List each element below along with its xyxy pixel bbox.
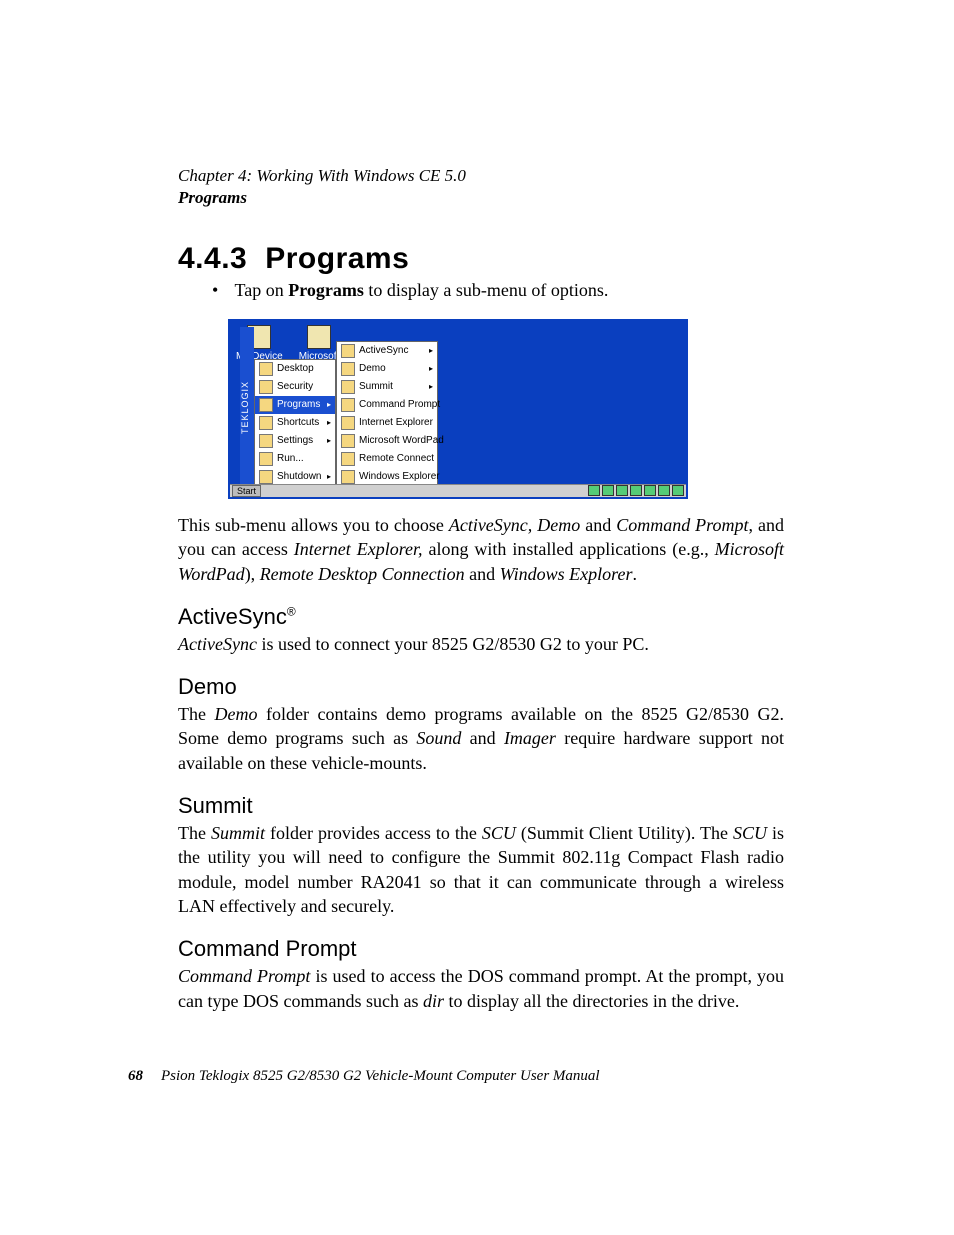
- submenu-item-internet-explorer[interactable]: Internet Explorer: [337, 414, 437, 432]
- taskbar[interactable]: Start: [230, 484, 686, 497]
- section-title: Programs: [265, 242, 409, 275]
- paragraph-summit: The Summit folder provides access to the…: [178, 821, 784, 918]
- submenu-item-remote-connect[interactable]: Remote Connect: [337, 450, 437, 468]
- submenu-item-demo[interactable]: Demo▸: [337, 360, 437, 378]
- footer-title: Psion Teklogix 8525 G2/8530 G2 Vehicle-M…: [161, 1068, 600, 1084]
- chevron-right-icon: ▸: [429, 346, 433, 355]
- screenshot-programs-menu: My Device Microsoft TEKLOGIX Desktop Sec…: [228, 319, 688, 499]
- running-header-section: Programs: [178, 188, 784, 208]
- folder-icon: [341, 344, 355, 358]
- submenu-item-command-prompt[interactable]: Command Prompt: [337, 396, 437, 414]
- menu-item-desktop[interactable]: Desktop: [255, 360, 335, 378]
- menu-item-settings[interactable]: Settings▸: [255, 432, 335, 450]
- start-menu[interactable]: Desktop Security Programs▸ Shortcuts▸ Se…: [254, 359, 336, 487]
- tray-icon[interactable]: [672, 485, 684, 496]
- paragraph-command-prompt: Command Prompt is used to access the DOS…: [178, 964, 784, 1013]
- heading-demo: Demo: [178, 674, 784, 700]
- menu-item-security[interactable]: Security: [255, 378, 335, 396]
- menu-item-run[interactable]: Run...: [255, 450, 335, 468]
- menu-item-shortcuts[interactable]: Shortcuts▸: [255, 414, 335, 432]
- remote-icon: [341, 452, 355, 466]
- menu-item-programs[interactable]: Programs▸: [255, 396, 335, 414]
- chevron-right-icon: ▸: [429, 364, 433, 373]
- run-icon: [259, 452, 273, 466]
- start-button[interactable]: Start: [232, 485, 261, 497]
- tray-icon[interactable]: [602, 485, 614, 496]
- chevron-right-icon: ▸: [327, 400, 331, 409]
- folder-icon: [341, 362, 355, 376]
- shutdown-icon: [259, 470, 273, 484]
- ie-icon: [341, 416, 355, 430]
- shortcuts-icon: [259, 416, 273, 430]
- page-number: 68: [128, 1068, 143, 1084]
- submenu-item-activesync[interactable]: ActiveSync▸: [337, 342, 437, 360]
- tray-icon[interactable]: [644, 485, 656, 496]
- chevron-right-icon: ▸: [327, 418, 331, 427]
- heading-command-prompt: Command Prompt: [178, 936, 784, 962]
- chevron-right-icon: ▸: [327, 472, 331, 481]
- heading-activesync: ActiveSync®: [178, 604, 784, 630]
- chevron-right-icon: ▸: [429, 382, 433, 391]
- paragraph-submenu-description: This sub-menu allows you to choose Activ…: [178, 513, 784, 586]
- chevron-right-icon: ▸: [327, 436, 331, 445]
- start-menu-brand-strip: TEKLOGIX: [240, 327, 254, 487]
- lock-icon: [259, 380, 273, 394]
- page-footer: 68 Psion Teklogix 8525 G2/8530 G2 Vehicle…: [128, 1068, 600, 1085]
- paragraph-activesync: ActiveSync is used to connect your 8525 …: [178, 632, 784, 656]
- desktop-icon: [259, 362, 273, 376]
- submenu-item-wordpad[interactable]: Microsoft WordPad: [337, 432, 437, 450]
- tray-icon[interactable]: [658, 485, 670, 496]
- tray-icon[interactable]: [630, 485, 642, 496]
- running-header-chapter: Chapter 4: Working With Windows CE 5.0: [178, 165, 784, 188]
- wordpad-icon: [341, 434, 355, 448]
- submenu-item-summit[interactable]: Summit▸: [337, 378, 437, 396]
- programs-icon: [259, 398, 273, 412]
- tray-icon[interactable]: [616, 485, 628, 496]
- tray-icon[interactable]: [588, 485, 600, 496]
- paragraph-demo: The Demo folder contains demo programs a…: [178, 702, 784, 775]
- bullet-instruction: • Tap on Programs to display a sub-menu …: [212, 280, 784, 301]
- section-number: 4.4.3: [178, 242, 247, 275]
- section-heading: 4.4.3 Programs: [178, 242, 784, 276]
- heading-summit: Summit: [178, 793, 784, 819]
- programs-submenu[interactable]: ActiveSync▸ Demo▸ Summit▸ Command Prompt…: [336, 341, 438, 487]
- cmd-icon: [341, 398, 355, 412]
- explorer-icon: [341, 470, 355, 484]
- settings-icon: [259, 434, 273, 448]
- system-tray[interactable]: [588, 485, 684, 496]
- folder-icon: [341, 380, 355, 394]
